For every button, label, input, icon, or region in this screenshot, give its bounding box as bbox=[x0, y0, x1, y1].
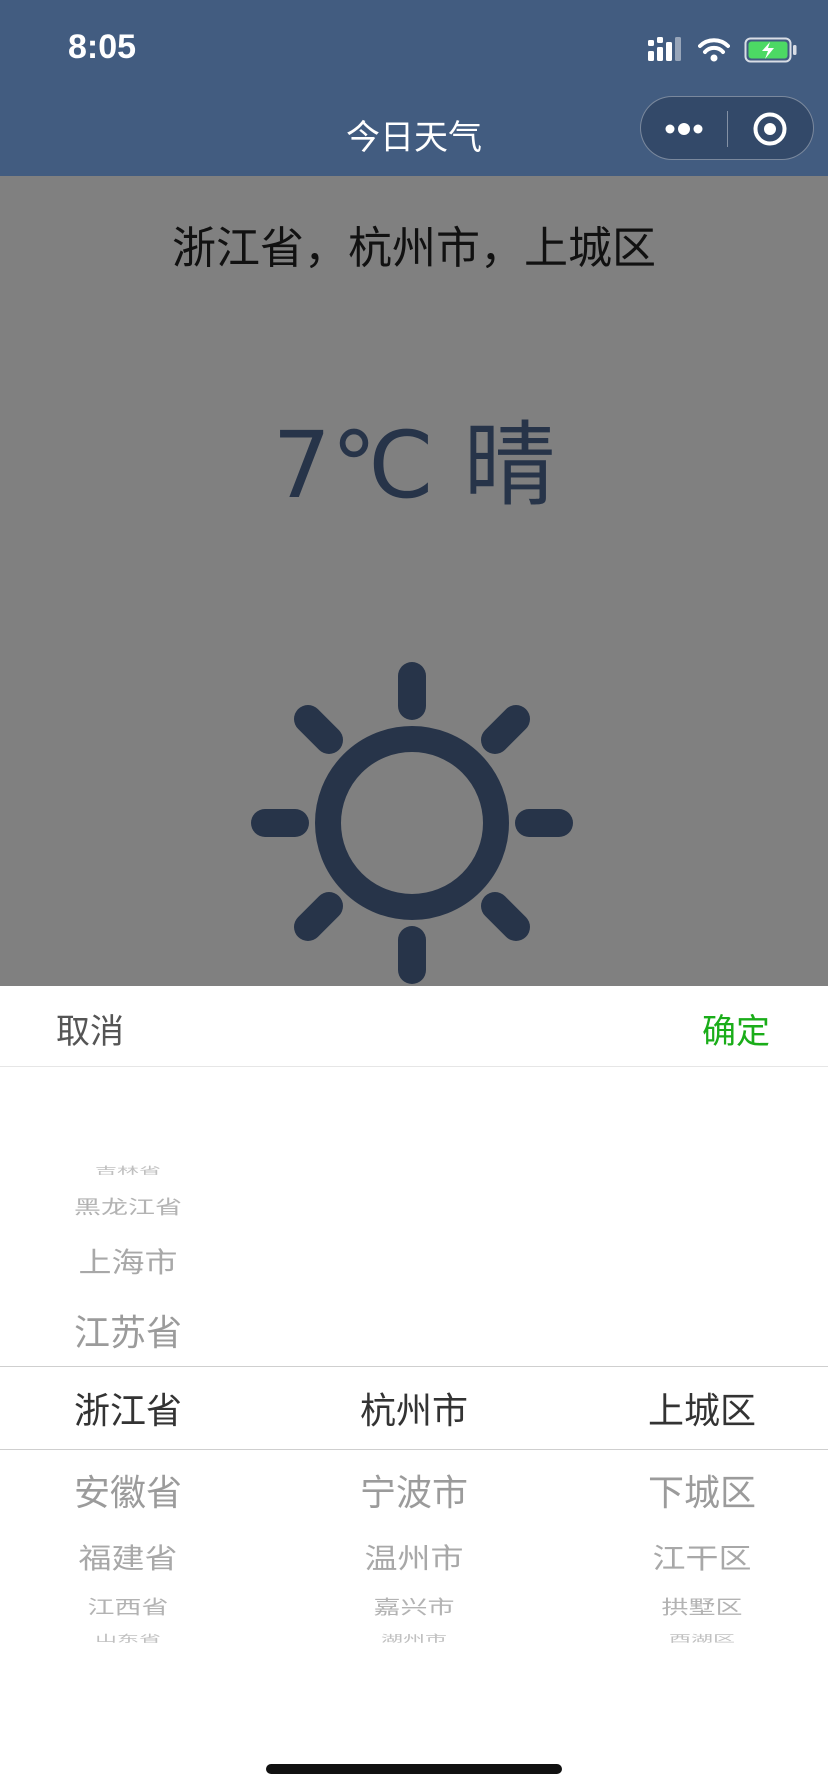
province-option[interactable]: 江西省 bbox=[0, 1592, 266, 1619]
target-icon bbox=[753, 112, 787, 146]
weather-panel: 浙江省，杭州市，上城区 7℃ 晴 bbox=[0, 176, 828, 986]
weather-condition: 晴 bbox=[463, 412, 556, 519]
city-option[interactable]: 宁波市 bbox=[276, 1464, 552, 1516]
status-bar: 8:05 bbox=[0, 0, 828, 100]
picker-header: 取消 确定 bbox=[0, 986, 828, 1067]
district-option-selected[interactable]: 上城区 bbox=[564, 1382, 828, 1434]
battery-charging-icon bbox=[744, 37, 797, 63]
city-option[interactable]: 温州市 bbox=[276, 1536, 552, 1577]
province-column[interactable]: 吉林省 黑龙江省 上海市 江苏省 浙江省 安徽省 福建省 江西省 山东省 bbox=[0, 1066, 276, 1706]
cancel-button[interactable]: 取消 bbox=[56, 1004, 124, 1053]
district-option[interactable]: 下城区 bbox=[564, 1464, 828, 1516]
province-option[interactable]: 江苏省 bbox=[0, 1304, 266, 1356]
confirm-button[interactable]: 确定 bbox=[702, 1004, 770, 1053]
close-mini-program-button[interactable] bbox=[727, 97, 813, 161]
city-option[interactable]: 嘉兴市 bbox=[276, 1592, 552, 1619]
district-option[interactable]: 西湖区 bbox=[564, 1631, 828, 1645]
navigation-bar: 今日天气 bbox=[0, 96, 828, 176]
province-option[interactable]: 上海市 bbox=[0, 1240, 266, 1281]
district-column[interactable]: 上城区 下城区 江干区 拱墅区 西湖区 bbox=[552, 1066, 828, 1706]
province-option[interactable]: 福建省 bbox=[0, 1536, 266, 1577]
city-option[interactable]: 湖州市 bbox=[276, 1631, 552, 1645]
province-option[interactable]: 黑龙江省 bbox=[0, 1192, 266, 1219]
status-icons bbox=[648, 30, 798, 70]
home-indicator[interactable] bbox=[266, 1764, 562, 1774]
signal-icon bbox=[648, 37, 681, 61]
sun-icon bbox=[251, 662, 573, 984]
region-picker: 吉林省 黑龙江省 上海市 江苏省 浙江省 安徽省 福建省 江西省 山东省 杭州市… bbox=[0, 1066, 828, 1706]
province-option-selected[interactable]: 浙江省 bbox=[0, 1382, 266, 1434]
city-option-selected[interactable]: 杭州市 bbox=[276, 1382, 552, 1434]
province-option[interactable]: 吉林省 bbox=[0, 1163, 266, 1177]
more-button[interactable] bbox=[641, 97, 727, 161]
city-column[interactable]: 杭州市 宁波市 温州市 嘉兴市 湖州市 bbox=[276, 1066, 552, 1706]
district-option[interactable]: 江干区 bbox=[564, 1536, 828, 1577]
temperature-value: 7℃ bbox=[272, 412, 435, 519]
status-time: 8:05 bbox=[68, 28, 137, 66]
wifi-icon bbox=[698, 38, 730, 62]
district-option[interactable]: 拱墅区 bbox=[564, 1592, 828, 1619]
province-option[interactable]: 安徽省 bbox=[0, 1464, 266, 1516]
more-dots-icon bbox=[665, 123, 703, 135]
province-option[interactable]: 山东省 bbox=[0, 1631, 266, 1645]
mini-program-capsule bbox=[640, 96, 814, 160]
region-picker-sheet: 取消 确定 吉林省 黑龙江省 上海市 江苏省 浙江省 安徽省 福建省 江西省 山… bbox=[0, 986, 828, 1792]
location-label[interactable]: 浙江省，杭州市，上城区 bbox=[0, 212, 828, 276]
temperature-display: 7℃ 晴 bbox=[0, 391, 828, 524]
